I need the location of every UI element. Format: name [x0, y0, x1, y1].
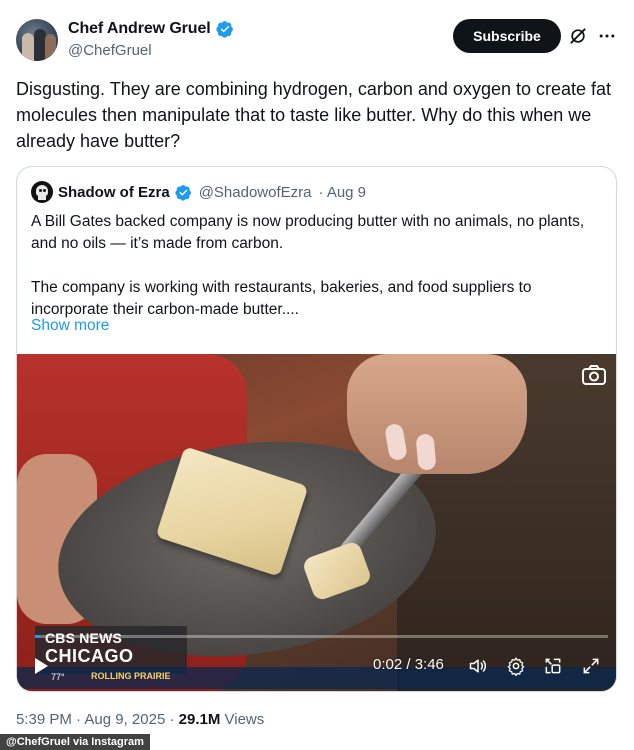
- image-credit: @ChefGruel via Instagram: [0, 734, 150, 750]
- subscribe-button[interactable]: Subscribe: [453, 19, 561, 53]
- more-dots-icon[interactable]: [597, 26, 617, 46]
- video-time: 0:02 / 3:46: [373, 656, 444, 673]
- quote-paragraph-2: The company is working with restaurants,…: [31, 279, 532, 318]
- quote-header: Shadow of Ezra @ShadowofEzra · Aug 9: [31, 181, 366, 203]
- grok-icon[interactable]: [568, 26, 588, 46]
- volume-icon[interactable]: [468, 656, 488, 676]
- video-player[interactable]: CBS NEWS CHICAGO 77° ROLLING PRAIRIE 0:0…: [17, 354, 616, 691]
- ticker-temperature: 77°: [51, 672, 65, 682]
- tweet-meta: 5:39 PM · Aug 9, 2025 · 29.1M Views: [16, 711, 264, 728]
- quote-author-avatar[interactable]: [31, 181, 53, 203]
- video-progress-bar[interactable]: [35, 635, 608, 638]
- quote-author-handle[interactable]: @ShadowofEzra: [199, 184, 312, 201]
- quoted-tweet[interactable]: Shadow of Ezra @ShadowofEzra · Aug 9 A B…: [16, 166, 617, 692]
- quote-text: A Bill Gates backed company is now produ…: [31, 211, 606, 321]
- settings-gear-icon[interactable]: [506, 656, 526, 676]
- fullscreen-icon[interactable]: [581, 656, 601, 676]
- quote-paragraph-1: A Bill Gates backed company is now produ…: [31, 213, 585, 252]
- meta-separator: ·: [76, 711, 82, 728]
- play-icon[interactable]: [33, 657, 49, 675]
- meta-separator: ·: [169, 711, 175, 728]
- views-count[interactable]: 29.1M: [179, 711, 221, 728]
- station-logo-top: CBS NEWS: [45, 630, 123, 646]
- views-label: Views: [224, 711, 265, 728]
- picture-in-picture-icon[interactable]: [543, 656, 563, 676]
- station-logo-city: CHICAGO: [45, 646, 134, 666]
- tweet-time[interactable]: 5:39 PM: [16, 711, 72, 728]
- tweet-date[interactable]: Aug 9, 2025: [84, 711, 165, 728]
- tweet-text: Disgusting. They are combining hydrogen,…: [16, 79, 612, 151]
- verified-badge-icon: [175, 184, 191, 201]
- show-more-link[interactable]: Show more: [31, 317, 109, 335]
- video-progress-fill: [35, 635, 41, 638]
- author-name-row: Chef Andrew Gruel: [68, 20, 234, 38]
- quote-date[interactable]: · Aug 9: [318, 184, 366, 201]
- ticker-town: ROLLING PRAIRIE: [91, 671, 171, 681]
- author-display-name[interactable]: Chef Andrew Gruel: [68, 20, 211, 38]
- author-handle[interactable]: @ChefGruel: [68, 42, 152, 59]
- video-frame-hand: [347, 354, 527, 474]
- verified-badge-icon: [216, 21, 233, 38]
- author-avatar[interactable]: [16, 19, 58, 61]
- camera-icon[interactable]: [581, 364, 607, 386]
- quote-author-name[interactable]: Shadow of Ezra: [58, 184, 170, 201]
- video-frame-nail: [415, 433, 437, 471]
